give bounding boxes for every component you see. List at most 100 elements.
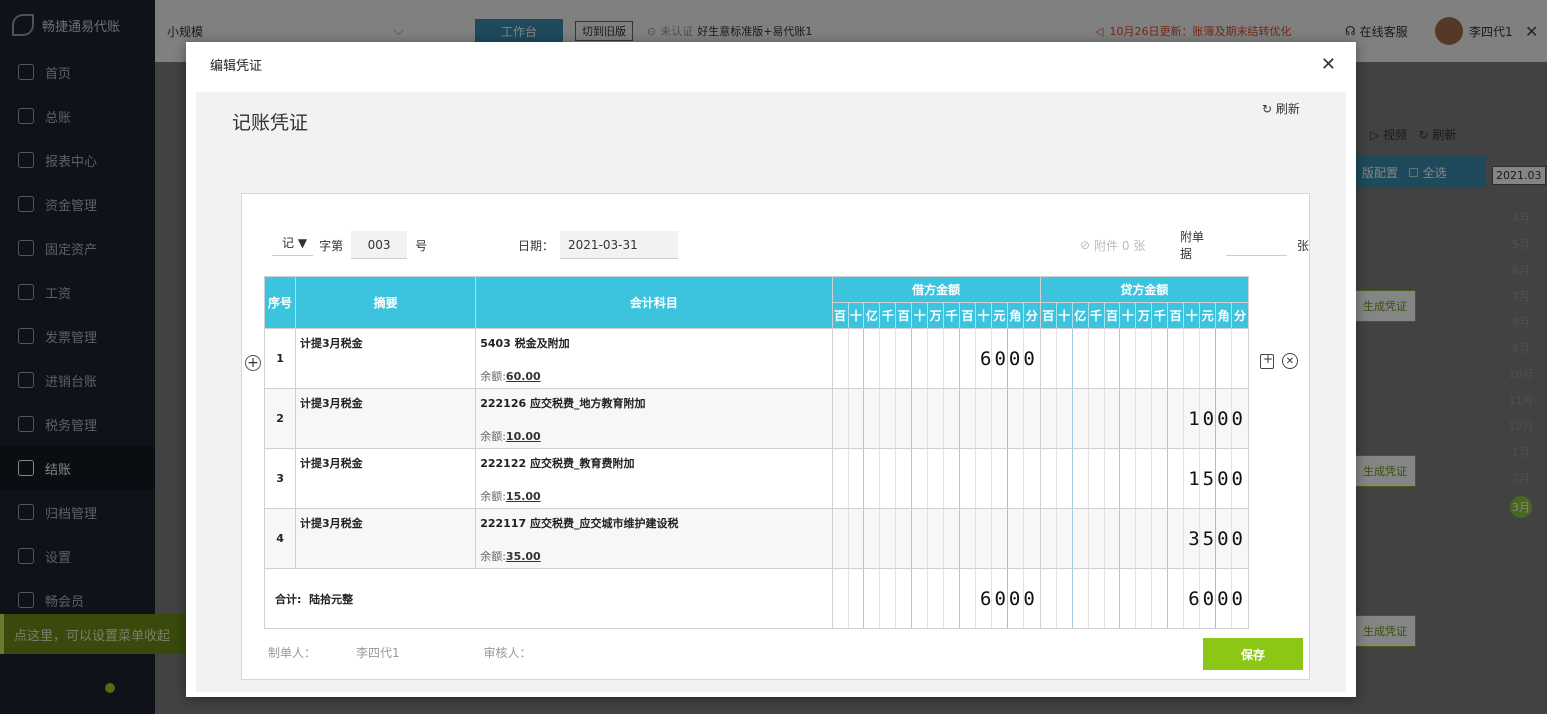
amount-cell[interactable]: 3500 xyxy=(1039,508,1250,569)
digit-unit: 万 xyxy=(1136,303,1153,328)
digit-unit: 分 xyxy=(1025,309,1038,323)
amount-cell[interactable]: 6000 xyxy=(831,328,1041,389)
digit-unit: 万 xyxy=(928,303,945,328)
amount-value: 6000 xyxy=(980,347,1038,370)
save-button[interactable]: 保存 xyxy=(1203,638,1303,670)
account-name: 222117 应交税费_应交城市维护建设税 xyxy=(480,517,679,530)
account-balance: 余额:35.00 xyxy=(480,550,541,563)
col-seq: 序号 xyxy=(263,276,297,329)
digit-unit: 元 xyxy=(1200,303,1217,328)
total-label: 合计: 陆拾元整 xyxy=(264,568,833,629)
row-summary[interactable]: 计提3月税金 xyxy=(295,388,477,449)
credit-digit-units: 百十亿千百十万千百十元角分 xyxy=(1039,302,1250,329)
col-summary: 摘要 xyxy=(295,276,477,329)
account-name: 222126 应交税费_地方教育附加 xyxy=(480,397,646,410)
digit-unit: 十 xyxy=(1120,303,1137,328)
attachments-label: 附件 0 张 xyxy=(1094,238,1146,253)
row-account[interactable]: 5403 税金及附加 余额:60.00 xyxy=(475,328,833,389)
digit-unit: 百 xyxy=(960,303,976,328)
row-summary[interactable]: 计提3月税金 xyxy=(295,328,477,389)
amount-cell[interactable] xyxy=(831,508,1041,569)
receipt-group: 附单据 张 xyxy=(1180,230,1309,261)
digit-unit: 百 xyxy=(1105,303,1121,328)
digit-unit: 百 xyxy=(833,303,849,328)
digit-unit: 元 xyxy=(992,303,1008,328)
digit-unit: 十 xyxy=(912,303,929,328)
amount-cell[interactable] xyxy=(1039,328,1250,389)
col-debit: 借方金额 xyxy=(831,276,1041,303)
voucher-type-select[interactable]: 记 ▼ xyxy=(272,234,314,256)
amount-value: 6000 xyxy=(1188,587,1246,610)
total-row: 合计: 陆拾元整 6000 6000 xyxy=(264,568,1250,629)
account-name: 5403 税金及附加 xyxy=(480,337,570,350)
delete-row-icon[interactable]: ✕ xyxy=(1282,353,1298,369)
voucher-heading: 记账凭证 xyxy=(232,112,309,134)
digit-unit: 百 xyxy=(1168,303,1185,328)
digit-unit: 百 xyxy=(896,303,913,328)
col-account: 会计科目 xyxy=(475,276,833,329)
amount-cell[interactable]: 1000 xyxy=(1039,388,1250,449)
refresh-button[interactable]: ↻ 刷新 xyxy=(1262,100,1300,117)
table-row[interactable]: 4 计提3月税金 222117 应交税费_应交城市维护建设税 余额:35.00 3500 xyxy=(263,508,1250,569)
digit-unit: 千 xyxy=(1152,303,1169,328)
amount-cell[interactable]: 6000 xyxy=(1039,568,1250,629)
add-row-icon[interactable]: + xyxy=(245,355,261,371)
digit-unit: 十 xyxy=(1184,303,1201,328)
amount-cell[interactable]: 1500 xyxy=(1039,448,1250,509)
account-balance: 余额:10.00 xyxy=(480,430,541,443)
row-seq: 2 xyxy=(263,388,297,449)
digit-unit: 角 xyxy=(1008,303,1024,328)
table-row[interactable]: 3 计提3月税金 222122 应交税费_教育费附加 余额:15.00 1500 xyxy=(263,448,1250,509)
attachments-link[interactable]: ⊘ 附件 0 张 xyxy=(1080,230,1145,260)
voucher-footer: 制单人： 李四代1 审核人： xyxy=(268,644,572,661)
row-account[interactable]: 222126 应交税费_地方教育附加 余额:10.00 xyxy=(475,388,833,449)
number-suffix: 号 xyxy=(415,238,428,253)
receipt-count-input[interactable] xyxy=(1225,234,1287,256)
digit-unit: 千 xyxy=(944,303,961,328)
digit-unit: 十 xyxy=(849,303,865,328)
voucher-number-group: 记 ▼ 字第 003 号 xyxy=(272,230,427,260)
col-credit: 贷方金额 xyxy=(1039,276,1250,303)
close-icon[interactable]: ✕ xyxy=(1321,54,1336,75)
row-summary[interactable]: 计提3月税金 xyxy=(295,448,477,509)
reviewer-info: 审核人： xyxy=(483,646,532,660)
row-account[interactable]: 222122 应交税费_教育费附加 余额:15.00 xyxy=(475,448,833,509)
amount-cell[interactable] xyxy=(831,448,1041,509)
amount-cell[interactable] xyxy=(831,388,1041,449)
date-group: 日期： 2021-03-31 xyxy=(518,230,679,260)
refresh-icon: ↻ xyxy=(1262,102,1273,116)
refresh-label: 刷新 xyxy=(1275,102,1300,116)
amount-cell[interactable]: 6000 xyxy=(831,568,1041,629)
account-balance: 余额:60.00 xyxy=(480,370,541,383)
digit-unit: 十 xyxy=(976,303,992,328)
amount-value: 1000 xyxy=(1188,407,1246,430)
account-balance: 余额:15.00 xyxy=(480,490,541,503)
voucher-form: 记 ▼ 字第 003 号 日期： 2021-03-31 ⊘ 附件 0 张 附单据… xyxy=(241,193,1310,680)
amount-value: 6000 xyxy=(980,587,1038,610)
digit-unit: 亿 xyxy=(864,303,881,328)
total-words: 陆拾元整 xyxy=(309,592,354,606)
digit-unit: 十 xyxy=(1057,303,1073,328)
paperclip-icon: ⊘ xyxy=(1080,238,1091,252)
row-summary[interactable]: 计提3月税金 xyxy=(295,508,477,569)
caret-down-icon: ▼ xyxy=(297,236,308,250)
edit-voucher-dialog: 编辑凭证 ✕ 记账凭证 ↻ 刷新 记 ▼ 字第 003 号 日期： 2021-0… xyxy=(186,42,1356,697)
date-input[interactable]: 2021-03-31 xyxy=(560,231,679,259)
word-prefix: 字第 xyxy=(319,238,344,253)
dialog-header: 编辑凭证 ✕ xyxy=(186,42,1356,86)
amount-value: 1500 xyxy=(1188,467,1246,490)
row-seq: 4 xyxy=(263,508,297,569)
digit-unit: 百 xyxy=(1041,303,1057,328)
dialog-body: 记账凭证 ↻ 刷新 记 ▼ 字第 003 号 日期： 2021-03-31 ⊘ … xyxy=(196,92,1346,692)
receipt-label: 附单据 xyxy=(1180,230,1205,261)
row-account[interactable]: 222117 应交税费_应交城市维护建设税 余额:35.00 xyxy=(475,508,833,569)
date-label: 日期： xyxy=(518,238,555,253)
table-row[interactable]: 2 计提3月税金 222126 应交税费_地方教育附加 余额:10.00 1000 xyxy=(263,388,1250,449)
copy-row-icon[interactable] xyxy=(1260,352,1274,369)
digit-unit: 角 xyxy=(1216,303,1233,328)
table-row[interactable]: 1 计提3月税金 5403 税金及附加 余额:60.00 6000 xyxy=(263,328,1250,389)
voucher-number-input[interactable]: 003 xyxy=(351,231,408,259)
maker-info: 制单人： 李四代1 xyxy=(268,646,400,660)
receipt-unit: 张 xyxy=(1296,238,1309,253)
dialog-title: 编辑凭证 xyxy=(210,58,263,74)
